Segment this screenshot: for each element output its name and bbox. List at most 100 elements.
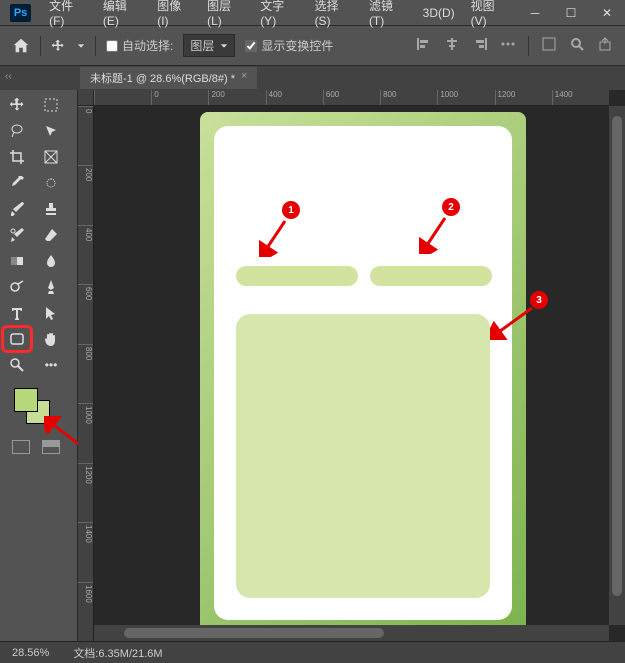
scrollbar-thumb[interactable] bbox=[612, 116, 622, 596]
crop-tool[interactable] bbox=[4, 146, 30, 168]
status-bar: 28.56% 文档:6.35M/21.6M bbox=[0, 641, 625, 663]
ruler-tick: 600 bbox=[323, 90, 380, 105]
blur-tool[interactable] bbox=[38, 250, 64, 272]
ruler-tick: 0 bbox=[151, 90, 208, 105]
annotation-arrow bbox=[419, 216, 449, 254]
shape-pill-2 bbox=[370, 266, 492, 286]
shape-tool[interactable] bbox=[4, 328, 30, 350]
options-bar: 自动选择: 图层 显示变换控件 bbox=[0, 26, 625, 66]
document-tab-bar: 未标题-1 @ 28.6%(RGB/8#) * × bbox=[0, 66, 625, 90]
share-icon[interactable] bbox=[597, 36, 613, 52]
lasso-tool[interactable] bbox=[4, 120, 30, 142]
align-center-icon[interactable] bbox=[444, 36, 460, 52]
document-tab[interactable]: 未标题-1 @ 28.6%(RGB/8#) * × bbox=[80, 67, 257, 89]
zoom-tool[interactable] bbox=[4, 354, 30, 376]
collapse-arrows-icon[interactable]: ‹‹ bbox=[5, 71, 12, 82]
document-page bbox=[200, 112, 526, 634]
ruler-tick: 1600 bbox=[78, 582, 93, 641]
status-zoom[interactable]: 28.56% bbox=[12, 647, 49, 659]
ruler-tick: 400 bbox=[266, 90, 323, 105]
annotation-arrow bbox=[259, 219, 289, 257]
align-icons bbox=[416, 36, 613, 56]
transform-label: 显示变换控件 bbox=[261, 37, 333, 54]
ruler-tick: 600 bbox=[78, 284, 93, 343]
quickselect-tool[interactable] bbox=[38, 120, 64, 142]
canvas-area: 0 200 400 600 800 1000 1200 1400 0 200 4… bbox=[78, 90, 625, 641]
eyedropper-tool[interactable] bbox=[4, 172, 30, 194]
ruler-tick: 1000 bbox=[437, 90, 494, 105]
menu-select[interactable]: 选择(S) bbox=[307, 0, 361, 32]
foreground-color-swatch[interactable] bbox=[14, 388, 38, 412]
annotation-arrow bbox=[490, 306, 536, 340]
eraser-tool[interactable] bbox=[38, 224, 64, 246]
status-docinfo[interactable]: 文档:6.35M/21.6M bbox=[73, 645, 162, 661]
ruler-horizontal[interactable]: 0 200 400 600 800 1000 1200 1400 bbox=[94, 90, 609, 106]
menu-filter[interactable]: 滤镜(T) bbox=[361, 0, 415, 32]
scrollbar-vertical[interactable] bbox=[609, 106, 625, 625]
menu-type[interactable]: 文字(Y) bbox=[252, 0, 306, 32]
gradient-tool[interactable] bbox=[4, 250, 30, 272]
scrollbar-thumb[interactable] bbox=[124, 628, 384, 638]
frame-tool[interactable] bbox=[38, 146, 64, 168]
divider bbox=[40, 36, 41, 56]
menu-file[interactable]: 文件(F) bbox=[41, 0, 95, 32]
move-tool-icon[interactable] bbox=[51, 39, 65, 53]
window-controls: ─ ☐ ✕ bbox=[517, 0, 625, 26]
shape-pill-1 bbox=[236, 266, 358, 286]
menu-3d[interactable]: 3D(D) bbox=[415, 2, 463, 24]
ruler-tick: 1000 bbox=[78, 403, 93, 462]
path-select-tool[interactable] bbox=[38, 302, 64, 324]
transform-checkbox[interactable]: 显示变换控件 bbox=[245, 37, 333, 54]
history-brush-tool[interactable] bbox=[4, 224, 30, 246]
annotation-badge-1: 1 bbox=[282, 201, 300, 219]
ruler-tick: 1400 bbox=[552, 90, 609, 105]
dropdown-value: 图层 bbox=[190, 37, 214, 54]
search-icon[interactable] bbox=[569, 36, 585, 52]
divider bbox=[95, 36, 96, 56]
hand-tool[interactable] bbox=[38, 328, 64, 350]
menu-image[interactable]: 图像(I) bbox=[149, 0, 199, 32]
ruler-tick: 400 bbox=[78, 225, 93, 284]
quickmask-icon[interactable] bbox=[12, 440, 30, 454]
auto-select-input[interactable] bbox=[106, 40, 118, 52]
title-bar: Ps 文件(F) 编辑(E) 图像(I) 图层(L) 文字(Y) 选择(S) 滤… bbox=[0, 0, 625, 26]
menu-view[interactable]: 视图(V) bbox=[463, 0, 517, 32]
type-tool[interactable] bbox=[4, 302, 30, 324]
ruler-tick: 1200 bbox=[495, 90, 552, 105]
menu-edit[interactable]: 编辑(E) bbox=[95, 0, 149, 32]
divider bbox=[528, 36, 529, 56]
auto-select-checkbox[interactable]: 自动选择: bbox=[106, 37, 173, 54]
window-maximize-icon[interactable]: ☐ bbox=[553, 0, 589, 26]
window-close-icon[interactable]: ✕ bbox=[589, 0, 625, 26]
pen-tool[interactable] bbox=[38, 276, 64, 298]
marquee-tool[interactable] bbox=[38, 94, 64, 116]
ruler-vertical[interactable]: 0 200 400 600 800 1000 1200 1400 1600 bbox=[78, 106, 94, 641]
scrollbar-horizontal[interactable] bbox=[94, 625, 609, 641]
align-left-icon[interactable] bbox=[416, 36, 432, 52]
chevron-down-icon[interactable] bbox=[77, 42, 85, 50]
3d-mode-icon[interactable] bbox=[541, 36, 557, 52]
dodge-tool[interactable] bbox=[4, 276, 30, 298]
chevron-down-icon bbox=[220, 42, 228, 50]
brush-tool[interactable] bbox=[4, 198, 30, 220]
edit-toolbar-icon[interactable]: ••• bbox=[38, 354, 64, 376]
ruler-tick: 800 bbox=[380, 90, 437, 105]
home-icon[interactable] bbox=[12, 37, 30, 55]
shape-block-3 bbox=[236, 314, 490, 598]
annotation-badge-2: 2 bbox=[442, 198, 460, 216]
stamp-tool[interactable] bbox=[38, 198, 64, 220]
transform-input[interactable] bbox=[245, 40, 257, 52]
auto-select-dropdown[interactable]: 图层 bbox=[183, 34, 235, 57]
ruler-tick: 200 bbox=[208, 90, 265, 105]
tab-close-icon[interactable]: × bbox=[241, 70, 247, 86]
move-tool[interactable] bbox=[4, 94, 30, 116]
page-inner bbox=[214, 126, 512, 620]
more-icon[interactable] bbox=[500, 36, 516, 52]
ruler-corner bbox=[78, 90, 94, 106]
align-right-icon[interactable] bbox=[472, 36, 488, 52]
ruler-tick: 0 bbox=[78, 106, 93, 165]
healing-tool[interactable] bbox=[38, 172, 64, 194]
canvas-viewport[interactable]: 1 2 3 bbox=[94, 106, 609, 625]
window-minimize-icon[interactable]: ─ bbox=[517, 0, 553, 26]
menu-layer[interactable]: 图层(L) bbox=[199, 0, 252, 32]
